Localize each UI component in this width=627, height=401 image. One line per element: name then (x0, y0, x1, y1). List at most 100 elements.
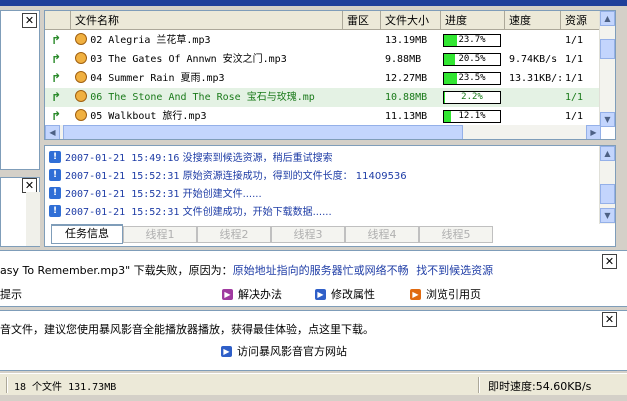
progress-bar: 23.5% (443, 72, 501, 85)
progress-fill (444, 35, 457, 46)
file-size: 12.27MB (385, 73, 428, 84)
progress-text: 12.1% (458, 111, 486, 121)
thread-tabs: 任务信息 线程1 线程2 线程3 线程4 线程5 (45, 224, 601, 244)
file-type-icon (75, 90, 87, 102)
modify-properties-link[interactable]: ▶ 修改属性 (315, 286, 375, 302)
table-row[interactable]: ↱ 04 Summer Rain 夏雨.mp3 12.27MB 23.5% 13.31… (45, 69, 601, 88)
file-name-cell: 04 Summer Rain 夏雨.mp3 (75, 69, 343, 88)
tab-task-info[interactable]: 任务信息 (51, 224, 123, 244)
left-scrollbar[interactable] (26, 192, 40, 246)
close-icon[interactable]: ✕ (22, 178, 37, 193)
scroll-down-icon[interactable]: ▼ (600, 112, 615, 127)
download-arrow-icon: ↱ (51, 90, 62, 104)
sources: 1/1 (565, 73, 584, 84)
column-header-size[interactable]: 文件大小 (381, 11, 441, 30)
info-icon: ! (49, 169, 61, 181)
column-header-mine[interactable]: 雷区 (343, 11, 381, 30)
speed (509, 107, 561, 126)
table-row[interactable]: ↱ 03 The Gates Of Annwn 安汶之门.mp3 9.88MB 20… (45, 50, 601, 69)
file-name-cell: 05 Walkbout 旅行.mp3 (75, 107, 343, 126)
progress-text: 20.5% (458, 54, 486, 64)
log-vscrollbar[interactable]: ▲ ▼ (599, 146, 615, 224)
solution-icon: ▶ (222, 288, 233, 300)
status-separator (478, 377, 480, 393)
error-message-prefix: asy To Remember.mp3" 下载失败，原因为： (0, 264, 233, 277)
tab-thread-3[interactable]: 线程3 (271, 226, 345, 243)
progress-fill (444, 73, 457, 84)
file-type-icon (75, 71, 87, 83)
log-line: ! 2007-01-21 15:52:31 文件创建成功，开始下载数据...... (49, 204, 332, 221)
solution-label: 解决办法 (238, 288, 282, 301)
instant-speed: 即时速度:54.60KB/s (488, 380, 592, 393)
speed: 9.74KB/s (509, 54, 558, 65)
browse-icon: ▶ (410, 288, 421, 300)
download-arrow-icon: ↱ (51, 109, 62, 123)
table-row[interactable]: ↱ 06 The Stone And The Rose 宝石与玫瑰.mp 10.8… (45, 88, 601, 107)
column-header-icon[interactable] (45, 11, 71, 30)
close-icon[interactable]: ✕ (602, 254, 617, 269)
column-header-progress[interactable]: 进度 (441, 11, 505, 30)
file-type-icon (75, 33, 87, 45)
progress-bar: 23.7% (443, 34, 501, 47)
download-arrow-icon: ↱ (51, 33, 62, 47)
progress-text: 23.7% (458, 35, 486, 45)
close-icon[interactable]: ✕ (602, 312, 617, 327)
status-separator (6, 377, 8, 393)
progress-fill (444, 92, 445, 103)
file-name: 06 The Stone And The Rose 宝石与玫瑰.mp (90, 92, 315, 103)
browse-referrer-link[interactable]: ▶ 浏览引用页 (410, 286, 481, 302)
file-name-cell: 06 The Stone And The Rose 宝石与玫瑰.mp (75, 88, 343, 107)
sources: 1/1 (565, 92, 584, 103)
download-arrow-icon: ↱ (51, 71, 62, 85)
scroll-right-icon[interactable]: ▶ (586, 125, 601, 139)
panel-title: 提示 (0, 288, 22, 301)
log-line: ! 2007-01-21 15:49:16 没搜索到候选资源，稍后重试搜索 (49, 150, 333, 167)
promo-link-label: 访问暴风影音官方网站 (237, 345, 347, 358)
left-pane-top (0, 10, 40, 170)
scroll-thumb[interactable] (600, 39, 615, 59)
log-time: 2007-01-21 15:52:31 (65, 207, 180, 218)
table-row[interactable]: ↱ 02 Alegria 兰花草.mp3 13.19MB 23.7% 1/1 (45, 31, 601, 50)
tab-thread-2[interactable]: 线程2 (197, 226, 271, 243)
task-log-panel: ! 2007-01-21 15:49:16 没搜索到候选资源，稍后重试搜索! 200… (44, 145, 616, 247)
log-time: 2007-01-21 15:52:31 (65, 189, 180, 200)
file-count: 18 个文件 131.73MB (14, 382, 117, 393)
speed (509, 31, 561, 50)
hscroll-thumb[interactable] (63, 125, 463, 139)
tab-thread-4[interactable]: 线程4 (345, 226, 419, 243)
error-reason: 原始地址指向的服务器忙或网络不畅 (232, 264, 409, 277)
link-icon: ▶ (221, 345, 232, 357)
solution-link[interactable]: ▶ 解决办法 (222, 286, 282, 302)
modify-properties-label: 修改属性 (331, 288, 375, 301)
promo-link[interactable]: ▶ 访问暴风影音官方网站 (221, 343, 347, 359)
file-list: 文件名称 雷区 文件大小 进度 速度 资源 ↱ 02 Alegria 兰花草.m… (44, 10, 616, 140)
scroll-left-icon[interactable]: ◀ (45, 125, 60, 139)
no-sources-link[interactable]: 找不到候选资源 (416, 264, 493, 277)
scroll-down-icon[interactable]: ▼ (600, 208, 615, 223)
tab-thread-5[interactable]: 线程5 (419, 226, 493, 243)
file-size: 9.88MB (385, 54, 422, 65)
file-name: 05 Walkbout 旅行.mp3 (90, 111, 207, 122)
scroll-up-icon[interactable]: ▲ (600, 146, 615, 161)
log-message: 原始资源连接成功，得到的文件长度： 11409536 (182, 171, 407, 182)
file-size: 11.13MB (385, 111, 428, 122)
file-list-vscrollbar[interactable]: ▲ ▼ (599, 11, 615, 127)
speed: 13.31KB/: (509, 73, 561, 84)
file-name: 03 The Gates Of Annwn 安汶之门.mp3 (90, 54, 287, 65)
properties-icon: ▶ (315, 288, 326, 300)
file-name-cell: 02 Alegria 兰花草.mp3 (75, 31, 343, 50)
column-header-name[interactable]: 文件名称 (71, 11, 343, 30)
close-icon[interactable]: ✕ (22, 13, 37, 28)
column-header-sources[interactable]: 资源 (561, 11, 601, 30)
title-bar-strip (0, 0, 627, 6)
table-row[interactable]: ↱ 05 Walkbout 旅行.mp3 11.13MB 12.1% 1/1 (45, 107, 601, 126)
column-header-speed[interactable]: 速度 (505, 11, 561, 30)
scroll-thumb[interactable] (600, 184, 615, 204)
progress-bar: 12.1% (443, 110, 501, 123)
progress-fill (444, 54, 455, 65)
info-icon: ! (49, 205, 61, 217)
scroll-up-icon[interactable]: ▲ (600, 11, 615, 26)
tab-thread-1[interactable]: 线程1 (123, 226, 197, 243)
file-list-hscrollbar[interactable]: ◀ ▶ (45, 125, 601, 139)
file-name: 04 Summer Rain 夏雨.mp3 (90, 73, 225, 84)
